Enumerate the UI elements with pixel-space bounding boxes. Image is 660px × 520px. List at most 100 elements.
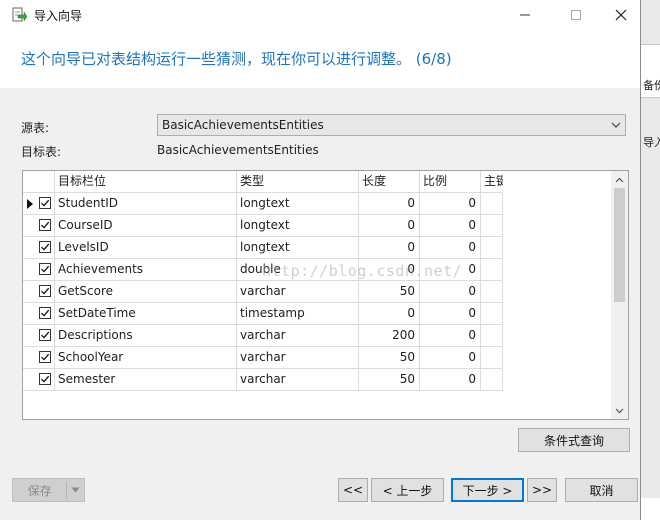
last-step-button[interactable]: >> xyxy=(527,478,557,502)
save-button-label: 保存 xyxy=(13,481,68,499)
primary-key-cell[interactable] xyxy=(481,193,503,215)
row-selector-cell[interactable] xyxy=(23,259,55,281)
length-cell[interactable]: 200 xyxy=(359,325,420,347)
scale-cell[interactable]: 0 xyxy=(420,215,481,237)
row-selector-cell[interactable] xyxy=(23,303,55,325)
table-row[interactable]: StudentID longtext 0 0 xyxy=(23,193,503,215)
primary-key-cell[interactable] xyxy=(481,237,503,259)
length-cell[interactable]: 0 xyxy=(359,215,420,237)
next-button[interactable]: 下一步 > xyxy=(451,478,524,502)
length-cell[interactable]: 50 xyxy=(359,369,420,391)
scale-cell[interactable]: 0 xyxy=(420,193,481,215)
row-selector-cell[interactable] xyxy=(23,347,55,369)
scrollbar-thumb[interactable] xyxy=(614,188,625,302)
target-field-cell[interactable]: GetScore xyxy=(55,281,237,303)
scale-cell[interactable]: 0 xyxy=(420,303,481,325)
target-field-cell[interactable]: CourseID xyxy=(55,215,237,237)
target-field-cell[interactable]: Achievements xyxy=(55,259,237,281)
row-selector-cell[interactable] xyxy=(23,325,55,347)
primary-key-cell[interactable] xyxy=(481,215,503,237)
length-cell[interactable]: 0 xyxy=(359,259,420,281)
target-field-cell[interactable]: Semester xyxy=(55,369,237,391)
include-field-checkbox[interactable] xyxy=(39,373,51,385)
scale-cell[interactable]: 0 xyxy=(420,237,481,259)
length-cell[interactable]: 0 xyxy=(359,303,420,325)
type-cell[interactable]: varchar xyxy=(237,281,359,303)
scale-cell[interactable]: 0 xyxy=(420,347,481,369)
length-cell[interactable]: 0 xyxy=(359,237,420,259)
scale-cell[interactable]: 0 xyxy=(420,259,481,281)
type-cell[interactable]: varchar xyxy=(237,325,359,347)
include-field-checkbox[interactable] xyxy=(39,329,51,341)
chevron-down-icon[interactable] xyxy=(67,487,84,493)
table-row[interactable]: Descriptions varchar 200 0 xyxy=(23,325,503,347)
length-cell[interactable]: 50 xyxy=(359,347,420,369)
scroll-up-icon[interactable] xyxy=(611,171,628,188)
table-row[interactable]: Semester varchar 50 0 xyxy=(23,369,503,391)
maximize-icon xyxy=(571,10,581,20)
save-split-button[interactable]: 保存 xyxy=(12,478,85,502)
field-mapping-grid: 目标栏位 类型 长度 比例 主键 StudentIDlongtext00Cour… xyxy=(22,170,629,420)
cancel-button[interactable]: 取消 xyxy=(565,478,638,502)
primary-key-cell[interactable] xyxy=(481,347,503,369)
table-row[interactable]: SchoolYear varchar 50 0 xyxy=(23,347,503,369)
row-selector-cell[interactable] xyxy=(23,281,55,303)
type-cell[interactable]: longtext xyxy=(237,215,359,237)
row-selector-cell[interactable] xyxy=(23,369,55,391)
table-row[interactable]: CourseID longtext 0 0 xyxy=(23,215,503,237)
target-field-cell[interactable]: SchoolYear xyxy=(55,347,237,369)
include-field-checkbox[interactable] xyxy=(39,263,51,275)
primary-key-cell[interactable] xyxy=(481,325,503,347)
primary-key-cell[interactable] xyxy=(481,369,503,391)
vertical-scrollbar[interactable] xyxy=(611,171,628,419)
row-selector-cell[interactable] xyxy=(23,193,55,215)
scale-cell[interactable]: 0 xyxy=(420,325,481,347)
target-field-cell[interactable]: SetDateTime xyxy=(55,303,237,325)
column-header-scale[interactable]: 比例 xyxy=(420,171,481,193)
table-row[interactable]: SetDateTime timestamp 0 0 xyxy=(23,303,503,325)
row-indicator-header xyxy=(23,171,55,193)
target-field-cell[interactable]: Descriptions xyxy=(55,325,237,347)
maximize-button[interactable] xyxy=(553,0,599,30)
column-header-length[interactable]: 长度 xyxy=(359,171,420,193)
include-field-checkbox[interactable] xyxy=(39,241,51,253)
type-cell[interactable]: longtext xyxy=(237,193,359,215)
include-field-checkbox[interactable] xyxy=(39,307,51,319)
row-selector-cell[interactable] xyxy=(23,215,55,237)
column-header-type[interactable]: 类型 xyxy=(237,171,359,193)
table-row[interactable]: Achievements double 0 0 xyxy=(23,259,503,281)
target-field-cell[interactable]: StudentID xyxy=(55,193,237,215)
scale-cell[interactable]: 0 xyxy=(420,281,481,303)
table-row[interactable]: GetScore varchar 50 0 xyxy=(23,281,503,303)
scale-cell[interactable]: 0 xyxy=(420,369,481,391)
primary-key-cell[interactable] xyxy=(481,303,503,325)
include-field-checkbox[interactable] xyxy=(39,285,51,297)
previous-button[interactable]: < 上一步 xyxy=(371,478,444,502)
type-cell[interactable]: varchar xyxy=(237,347,359,369)
first-step-button[interactable]: << xyxy=(338,478,368,502)
source-table-select[interactable]: BasicAchievementsEntities xyxy=(157,114,626,136)
primary-key-cell[interactable] xyxy=(481,281,503,303)
checkmark-icon xyxy=(41,199,50,207)
target-field-cell[interactable]: LevelsID xyxy=(55,237,237,259)
type-cell[interactable]: double xyxy=(237,259,359,281)
condition-query-button[interactable]: 条件式查询 xyxy=(518,428,630,452)
type-cell[interactable]: timestamp xyxy=(237,303,359,325)
primary-key-cell[interactable] xyxy=(481,259,503,281)
type-cell[interactable]: longtext xyxy=(237,237,359,259)
length-cell[interactable]: 50 xyxy=(359,281,420,303)
column-header-primary-key[interactable]: 主键 xyxy=(481,171,503,193)
close-button[interactable] xyxy=(598,0,640,30)
type-cell[interactable]: varchar xyxy=(237,369,359,391)
minimize-button[interactable] xyxy=(502,0,548,30)
background-text-backup: 备份 xyxy=(643,79,660,92)
include-field-checkbox[interactable] xyxy=(39,219,51,231)
include-field-checkbox[interactable] xyxy=(39,197,51,209)
row-selector-cell[interactable] xyxy=(23,237,55,259)
scroll-down-icon[interactable] xyxy=(611,402,628,419)
include-field-checkbox[interactable] xyxy=(39,351,51,363)
table-row[interactable]: LevelsID longtext 0 0 xyxy=(23,237,503,259)
background-text-import: 导入 xyxy=(643,136,660,149)
length-cell[interactable]: 0 xyxy=(359,193,420,215)
column-header-target-field[interactable]: 目标栏位 xyxy=(55,171,237,193)
